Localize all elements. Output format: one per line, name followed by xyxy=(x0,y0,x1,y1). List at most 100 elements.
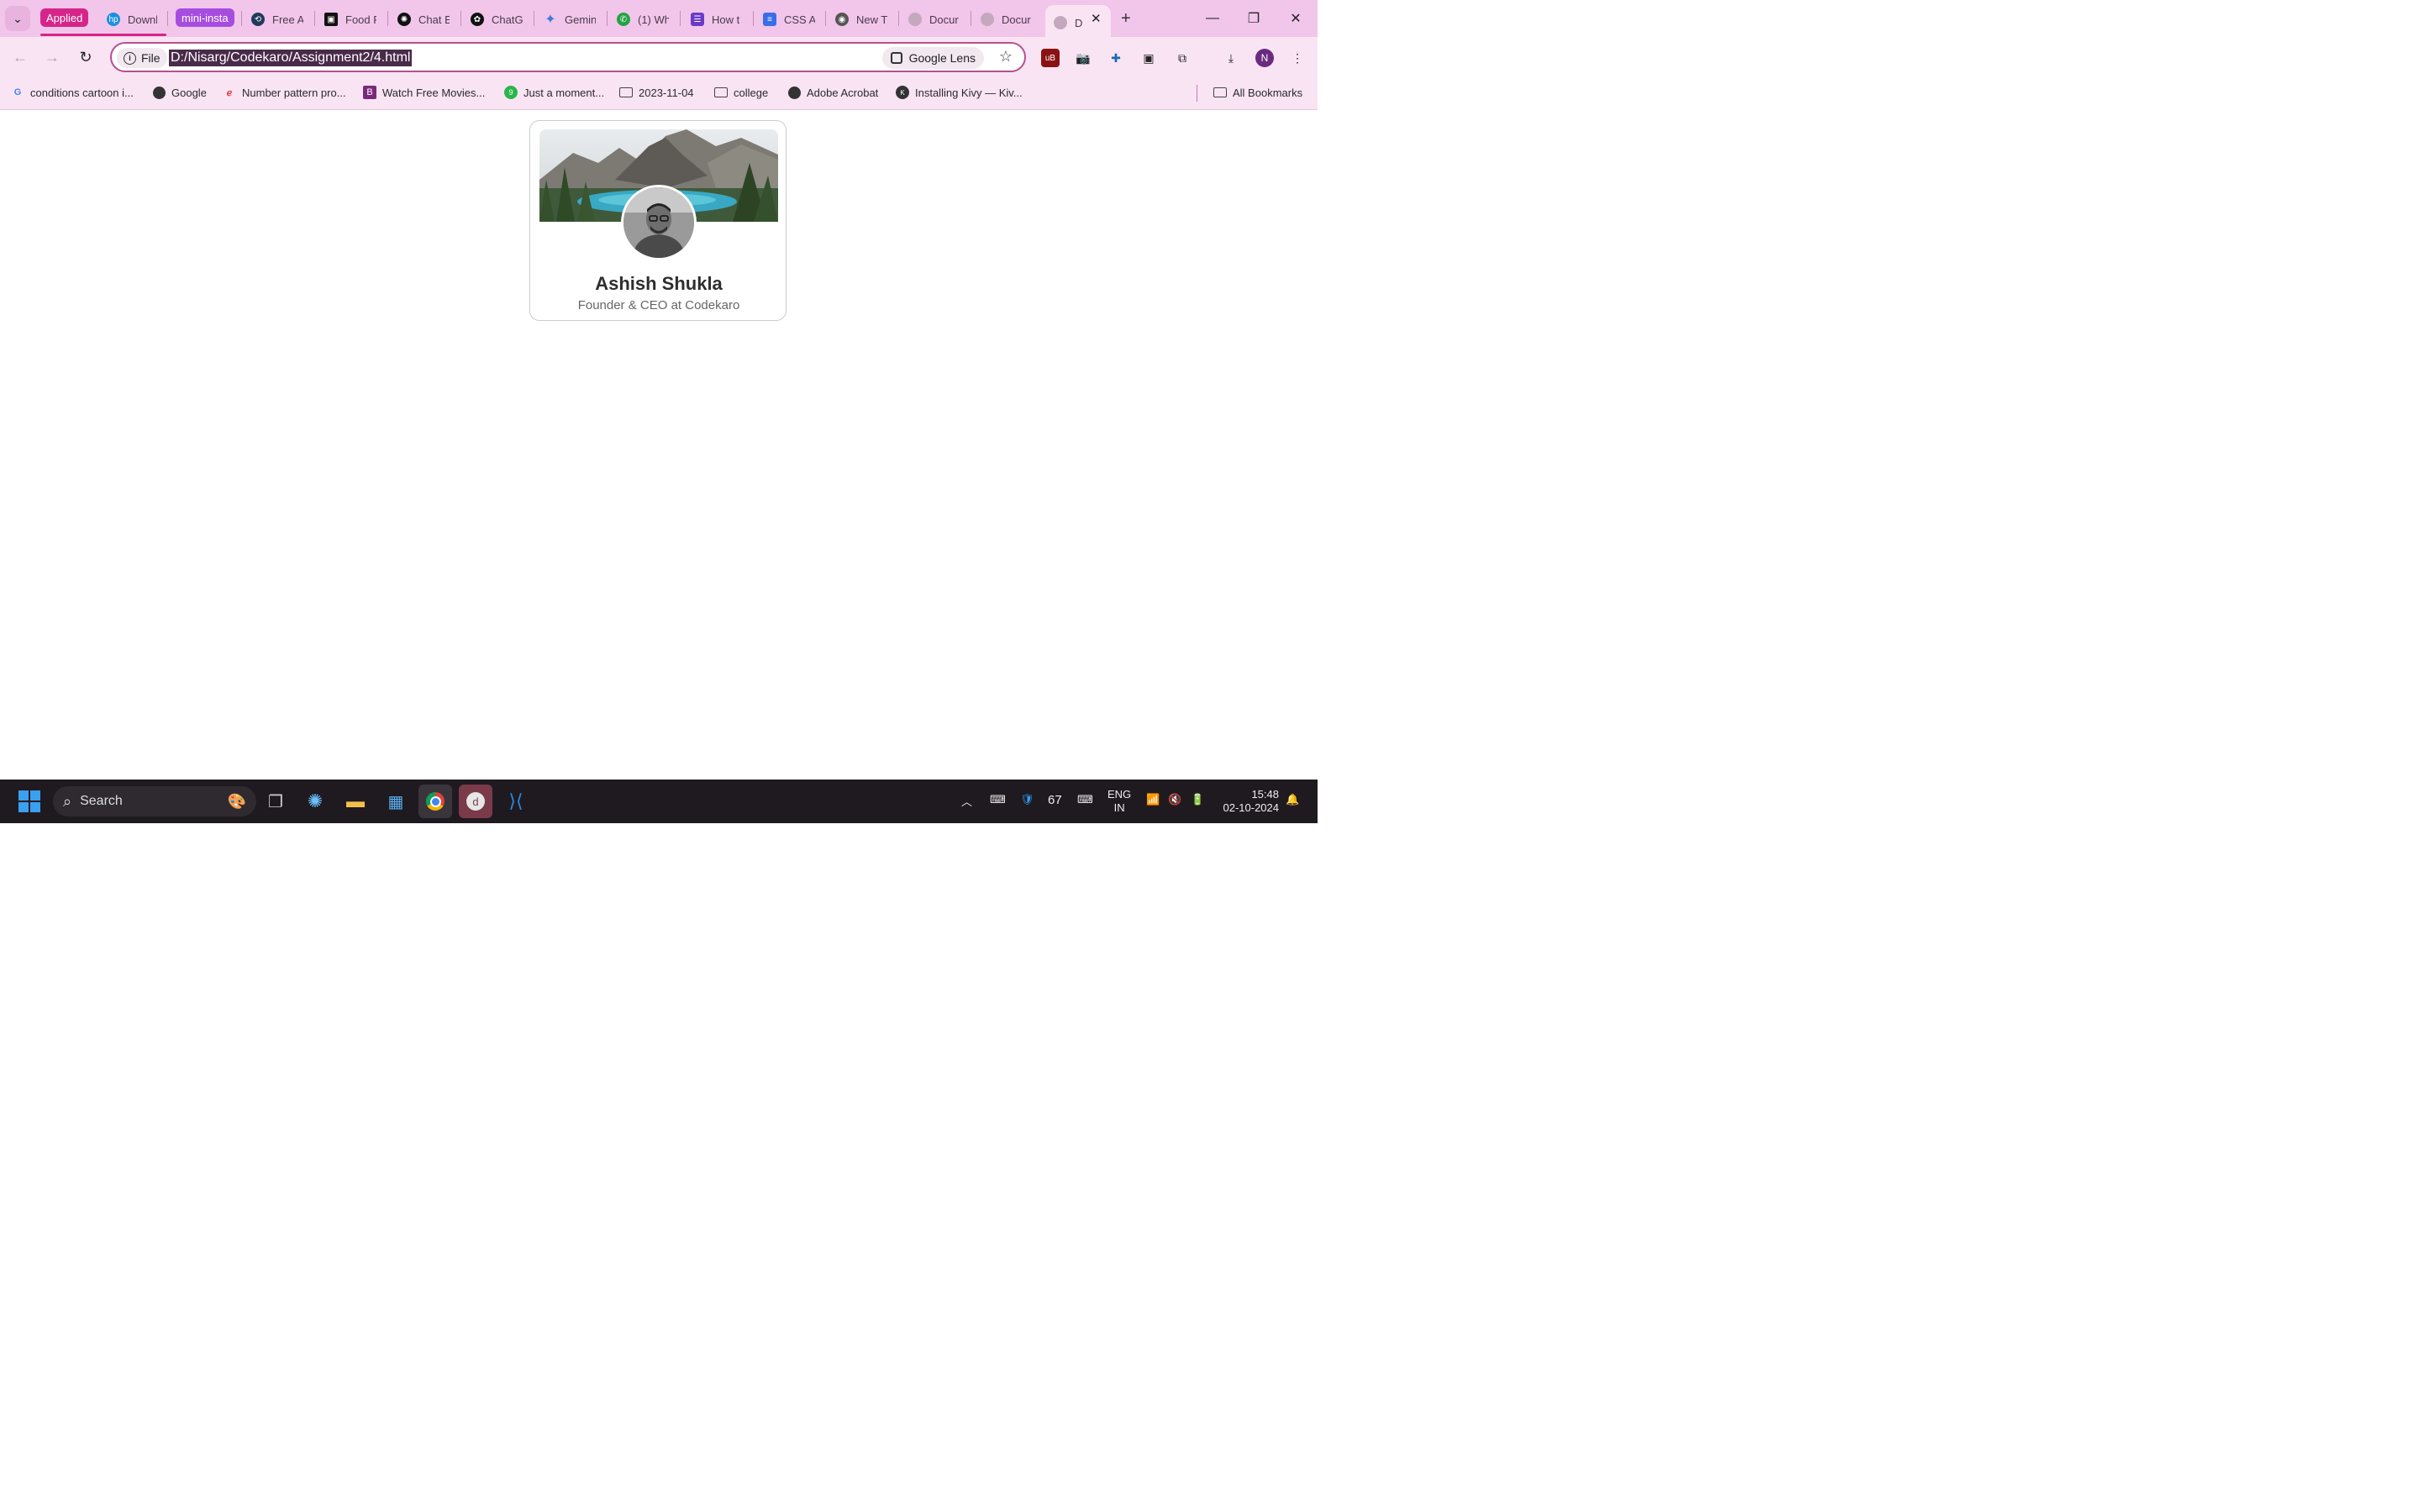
bookmark-item[interactable]: ℯ Number pattern pro... xyxy=(223,84,346,101)
all-bookmarks-button[interactable]: All Bookmarks xyxy=(1213,84,1302,101)
bookmark-item[interactable]: B Watch Free Movies... xyxy=(363,84,485,101)
bookmark-star-icon[interactable]: ☆ xyxy=(999,48,1013,66)
tab-document-1[interactable]: Docur xyxy=(908,7,960,32)
copilot-button[interactable]: ✺ xyxy=(298,785,332,818)
start-button[interactable] xyxy=(13,785,46,818)
back-button[interactable]: ← xyxy=(8,45,32,69)
globe-icon xyxy=(908,13,922,26)
bookmark-label: Installing Kivy — Kiv... xyxy=(915,86,1023,99)
tab-title: Docur xyxy=(1002,13,1031,26)
profile-photo xyxy=(623,187,694,258)
kivy-icon: K xyxy=(896,86,909,99)
tab-group-applied[interactable]: Applied xyxy=(40,8,89,27)
bookmark-item[interactable]: Google xyxy=(152,84,207,101)
mute-icon[interactable]: 🔇 xyxy=(1168,793,1181,806)
tab-new-tab[interactable]: ◉ New T xyxy=(835,7,887,32)
task-view-button[interactable]: ❐ xyxy=(259,785,292,818)
folder-icon xyxy=(619,86,633,99)
bookmark-item[interactable]: 9 Just a moment... xyxy=(504,84,604,101)
tab-title: (1) Wh xyxy=(638,13,669,26)
refresh-logo-icon: ⟲ xyxy=(251,13,265,26)
vscode-button[interactable]: ⟩⟨ xyxy=(499,785,533,818)
tab-download[interactable]: hp Downl xyxy=(107,7,157,32)
tab-whatsapp[interactable]: ✆ (1) Wh xyxy=(617,7,669,32)
wifi-icon[interactable]: 📶 xyxy=(1146,793,1160,806)
tab-css-a[interactable]: ≡ CSS A xyxy=(763,7,815,32)
address-bar[interactable]: i File D:/Nisarg/Codekaro/Assignment2/4.h… xyxy=(110,42,1026,72)
bookmark-label: Watch Free Movies... xyxy=(382,86,486,99)
tab-gemini[interactable]: ✦ Gemin xyxy=(544,7,596,32)
clock[interactable]: 15:48 02-10-2024 xyxy=(1220,788,1280,815)
lens-label: Google Lens xyxy=(908,51,976,65)
picture-in-picture-icon[interactable]: ▣ xyxy=(1139,49,1158,67)
puzzle-icon[interactable]: ⧉ xyxy=(1173,49,1192,67)
tab-chatgpt[interactable]: ✿ ChatG xyxy=(471,7,523,32)
reload-icon: ↻ xyxy=(79,48,92,66)
new-tab-button[interactable]: + xyxy=(1121,9,1131,29)
sparkle-icon: ✦ xyxy=(544,13,556,27)
globe-icon xyxy=(787,86,801,99)
hp-icon: hp xyxy=(107,13,120,26)
url-text[interactable]: D:/Nisarg/Codekaro/Assignment2/4.html xyxy=(169,50,413,66)
task-view-icon: ❐ xyxy=(268,792,283,811)
tab-how-to[interactable]: ☰ How t xyxy=(691,7,743,32)
close-icon[interactable]: ✕ xyxy=(1091,11,1102,26)
download-icon[interactable]: ⤓ xyxy=(1222,49,1240,67)
tray-temperature[interactable]: 67 xyxy=(1048,793,1062,807)
language-indicator[interactable]: ENG IN xyxy=(1107,788,1131,815)
reload-button[interactable]: ↻ xyxy=(74,45,97,69)
tab-separator xyxy=(460,11,461,26)
tab-title: Food F xyxy=(345,13,376,26)
shield-icon[interactable]: 🛡 xyxy=(1020,793,1034,806)
chrome-taskbar-button[interactable] xyxy=(418,785,452,818)
tab-chat-e[interactable]: ✺ Chat E xyxy=(397,7,450,32)
keyboard-icon[interactable]: ⌨ xyxy=(1077,793,1093,806)
extension-blue-icon[interactable]: ✚ xyxy=(1107,49,1125,67)
tab-separator xyxy=(314,11,315,26)
battery-icon[interactable]: 🔋 xyxy=(1191,793,1204,806)
bookmark-item[interactable]: K Installing Kivy — Kiv... xyxy=(896,84,1023,101)
ublock-icon[interactable]: uB xyxy=(1041,49,1060,67)
minimize-button[interactable]: — xyxy=(1196,7,1229,30)
bookmark-item[interactable]: Gconditions cartoon i... xyxy=(11,84,134,101)
close-icon: ✕ xyxy=(1290,12,1302,26)
file-explorer-button[interactable]: ▬ xyxy=(339,785,372,818)
camera-icon[interactable]: 📷 xyxy=(1074,49,1092,67)
bookmark-item[interactable]: Adobe Acrobat xyxy=(787,84,878,101)
tab-active[interactable]: D ✕ xyxy=(1045,5,1111,37)
chevron-up-icon[interactable]: ︿ xyxy=(961,793,972,809)
google-lens-button[interactable]: Google Lens xyxy=(881,47,984,69)
bookmark-folder[interactable]: 2023-11-04 xyxy=(619,84,694,101)
windows-icon xyxy=(18,790,40,812)
globe-icon xyxy=(152,86,166,99)
profile-card: Ashish Shukla Founder & CEO at Codekaro xyxy=(529,120,786,321)
store-button[interactable]: ▦ xyxy=(379,785,413,818)
bookmarks-bar: Gconditions cartoon i... Google ℯ Number … xyxy=(0,77,1318,110)
app-d-button[interactable]: d xyxy=(459,785,492,818)
close-window-button[interactable]: ✕ xyxy=(1279,7,1313,30)
tray-input-icon[interactable]: ⌨ xyxy=(990,793,1006,806)
restore-icon: ❐ xyxy=(1247,12,1260,26)
tab-search-button[interactable]: ⌄ xyxy=(5,6,30,31)
tab-document-2[interactable]: Docur xyxy=(981,7,1033,32)
globe-icon xyxy=(1054,16,1067,29)
forward-button[interactable]: → xyxy=(40,45,64,69)
tab-active-content: D xyxy=(1054,10,1082,35)
search-icon: ⌕ xyxy=(63,792,72,810)
tab-strip: ⌄ Applied hp Downl mini-insta ⟲ Free A ▣ Fo… xyxy=(0,0,1318,37)
notification-bell-icon[interactable]: 🔔 xyxy=(1286,793,1299,806)
tab-food[interactable]: ▣ Food F xyxy=(324,7,376,32)
clock-date: 02-10-2024 xyxy=(1223,801,1280,814)
taskbar-search[interactable]: ⌕ Search 🎨 xyxy=(53,786,256,816)
tab-free-a[interactable]: ⟲ Free A xyxy=(251,7,303,32)
google-icon: G xyxy=(13,87,22,97)
bookmark-folder[interactable]: college xyxy=(714,84,768,101)
tab-group-mini-insta[interactable]: mini-insta xyxy=(176,8,234,27)
menu-kebab-icon[interactable]: ⋮ xyxy=(1288,49,1307,67)
profile-avatar[interactable]: N xyxy=(1255,49,1274,67)
scheme-label: File xyxy=(141,51,160,65)
d-app-icon: d xyxy=(466,792,485,811)
site-info-chip[interactable]: i File xyxy=(117,48,167,68)
restore-button[interactable]: ❐ xyxy=(1237,7,1270,30)
tab-separator xyxy=(680,11,681,26)
